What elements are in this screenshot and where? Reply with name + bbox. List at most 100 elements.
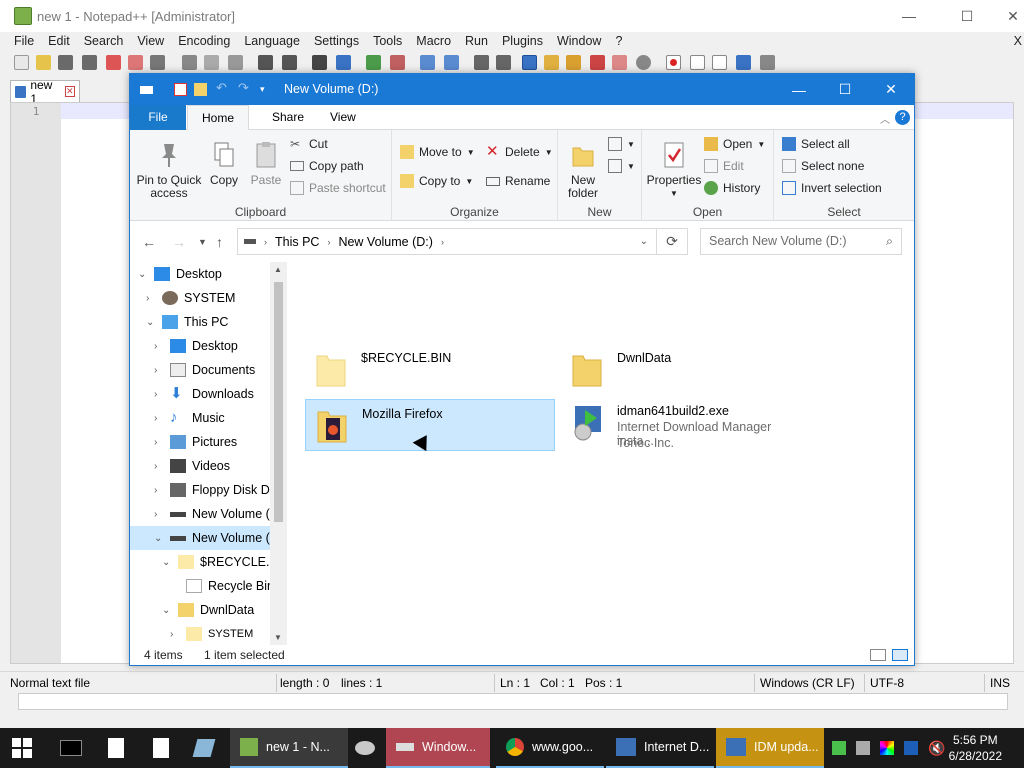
play-macro-icon[interactable] — [712, 55, 727, 70]
save-macro-icon[interactable] — [760, 55, 775, 70]
chevron-right-icon[interactable]: › — [154, 341, 157, 352]
npp-maximize-button[interactable]: ☐ — [944, 0, 990, 32]
tree-desktop[interactable]: › Desktop — [130, 334, 287, 358]
new-item-button[interactable]: ▼ — [608, 135, 635, 153]
edit-button[interactable]: Edit — [704, 157, 744, 175]
undo-icon[interactable] — [258, 55, 273, 70]
up-icon[interactable]: ↑ — [216, 234, 223, 250]
tree-documents[interactable]: › Documents — [130, 358, 287, 382]
chevron-right-icon[interactable]: › — [170, 629, 173, 640]
tree-volume-d[interactable]: ⌄ New Volume (D — [130, 526, 287, 550]
save-all-icon[interactable] — [82, 55, 97, 70]
menu-window[interactable]: Window — [550, 32, 608, 50]
app-taskbar-button[interactable] — [192, 728, 216, 768]
undo-quick-icon[interactable]: ↶ — [216, 80, 229, 95]
nav-pane-scrollbar[interactable]: ▲ ▼ — [270, 262, 287, 645]
address-dropdown-icon[interactable]: ⌄ — [640, 236, 648, 247]
menu-file[interactable]: File — [0, 32, 41, 50]
find-icon[interactable] — [312, 55, 327, 70]
properties-button[interactable]: Properties ▼ — [646, 140, 702, 200]
tray-shield-icon[interactable] — [904, 728, 922, 768]
tab-file[interactable]: File — [130, 105, 186, 130]
paste-shortcut-button[interactable]: Paste shortcut — [290, 179, 386, 197]
close-all-icon[interactable] — [128, 55, 143, 70]
tree-floppy[interactable]: › Floppy Disk Dri — [130, 478, 287, 502]
chevron-down-icon[interactable]: ⌄ — [162, 557, 170, 568]
print-icon[interactable] — [150, 55, 165, 70]
paste-icon[interactable] — [228, 55, 243, 70]
tab-share[interactable]: Share — [258, 105, 318, 130]
new-folder-quick-icon[interactable] — [194, 83, 207, 96]
chevron-right-icon[interactable]: › — [154, 485, 157, 496]
taskbar-npp[interactable]: new 1 - N... — [230, 728, 348, 768]
file-item-dwnldata[interactable]: DwnlData — [561, 344, 811, 396]
menu-settings[interactable]: Settings — [307, 32, 366, 50]
taskbar-idm-update[interactable]: IDM upda... — [716, 728, 824, 768]
new-file-icon[interactable] — [14, 55, 29, 70]
tree-music[interactable]: › ♪ Music — [130, 406, 287, 430]
paste-button[interactable]: Paste — [246, 140, 286, 187]
properties-quick-icon[interactable] — [174, 83, 187, 96]
tree-system[interactable]: › SYSTEM — [130, 286, 287, 310]
run-macro-multiple-icon[interactable] — [736, 55, 751, 70]
chevron-down-icon[interactable]: ⌄ — [154, 533, 162, 544]
collapse-ribbon-icon[interactable]: ︿ — [880, 111, 890, 126]
npp-title-bar[interactable]: new 1 - Notepad++ [Administrator] — ☐ ✕ — [0, 0, 1024, 32]
stop-macro-icon[interactable] — [690, 55, 705, 70]
zoom-out-icon[interactable] — [390, 55, 405, 70]
tree-desktop-root[interactable]: ⌄ Desktop — [130, 262, 287, 286]
tray-idm-icon[interactable] — [832, 728, 850, 768]
chevron-down-icon[interactable]: ⌄ — [146, 317, 154, 328]
volume-icon[interactable]: 🔇 — [928, 728, 946, 768]
function-list-icon[interactable] — [590, 55, 605, 70]
cut-icon[interactable] — [182, 55, 197, 70]
tree-recycle-bin-folder[interactable]: ⌄ $RECYCLE.BIN — [130, 550, 287, 574]
show-all-chars-icon[interactable] — [496, 55, 511, 70]
taskbar-chrome[interactable]: www.goo... — [496, 728, 604, 768]
breadcrumb-current[interactable]: New Volume (D:) — [338, 235, 432, 249]
tree-this-pc[interactable]: ⌄ This PC — [130, 310, 287, 334]
breadcrumb-this-pc[interactable]: This PC — [275, 235, 319, 249]
forward-icon[interactable]: → — [172, 234, 186, 250]
zoom-in-icon[interactable] — [366, 55, 381, 70]
menu-help[interactable]: ? — [608, 32, 629, 50]
copy-button[interactable]: Copy — [204, 140, 244, 187]
monitor-icon[interactable] — [636, 55, 651, 70]
scroll-up-icon[interactable]: ▲ — [274, 265, 282, 274]
open-button[interactable]: Open ▼ — [704, 135, 765, 153]
rename-button[interactable]: Rename — [486, 172, 550, 190]
copy-path-button[interactable]: Copy path — [290, 157, 364, 175]
chevron-right-icon[interactable]: › — [154, 461, 157, 472]
chevron-right-icon[interactable]: › — [441, 237, 444, 247]
file-item-idm-installer[interactable]: idman641build2.exe Internet Download Man… — [561, 399, 811, 459]
chevron-right-icon[interactable]: › — [154, 365, 157, 376]
copy-to-button[interactable]: Copy to ▼ — [400, 172, 473, 190]
chevron-right-icon[interactable]: › — [154, 389, 157, 400]
menu-language[interactable]: Language — [237, 32, 307, 50]
save-icon[interactable] — [58, 55, 73, 70]
replace-icon[interactable] — [336, 55, 351, 70]
chevron-right-icon[interactable]: › — [146, 293, 149, 304]
menu-search[interactable]: Search — [77, 32, 131, 50]
menu-encoding[interactable]: Encoding — [171, 32, 237, 50]
menu-edit[interactable]: Edit — [41, 32, 77, 50]
notepad-taskbar-button[interactable] — [108, 728, 128, 768]
explorer-minimize-button[interactable]: — — [776, 74, 822, 105]
nav-scroll-thumb[interactable] — [274, 282, 283, 522]
npp-close-button[interactable]: ✕ — [990, 0, 1024, 32]
tray-network-icon[interactable] — [856, 728, 874, 768]
tab-new-1[interactable]: new 1 ✕ — [10, 78, 80, 106]
redo-icon[interactable] — [282, 55, 297, 70]
chevron-right-icon[interactable]: › — [264, 237, 267, 247]
search-input[interactable]: Search New Volume (D:) ⌕ — [700, 228, 902, 255]
menu-view[interactable]: View — [130, 32, 171, 50]
menu-tools[interactable]: Tools — [366, 32, 409, 50]
tree-recycle-bin[interactable]: Recycle Bin — [130, 574, 287, 598]
customize-qat-icon[interactable]: ▾ — [260, 84, 273, 97]
details-view-icon[interactable] — [870, 649, 886, 661]
menu-macro[interactable]: Macro — [409, 32, 458, 50]
tree-volume-c[interactable]: › New Volume (C — [130, 502, 287, 526]
back-icon[interactable]: ← — [142, 234, 156, 250]
redo-quick-icon[interactable]: ↷ — [238, 80, 251, 95]
chevron-right-icon[interactable]: › — [327, 237, 330, 247]
